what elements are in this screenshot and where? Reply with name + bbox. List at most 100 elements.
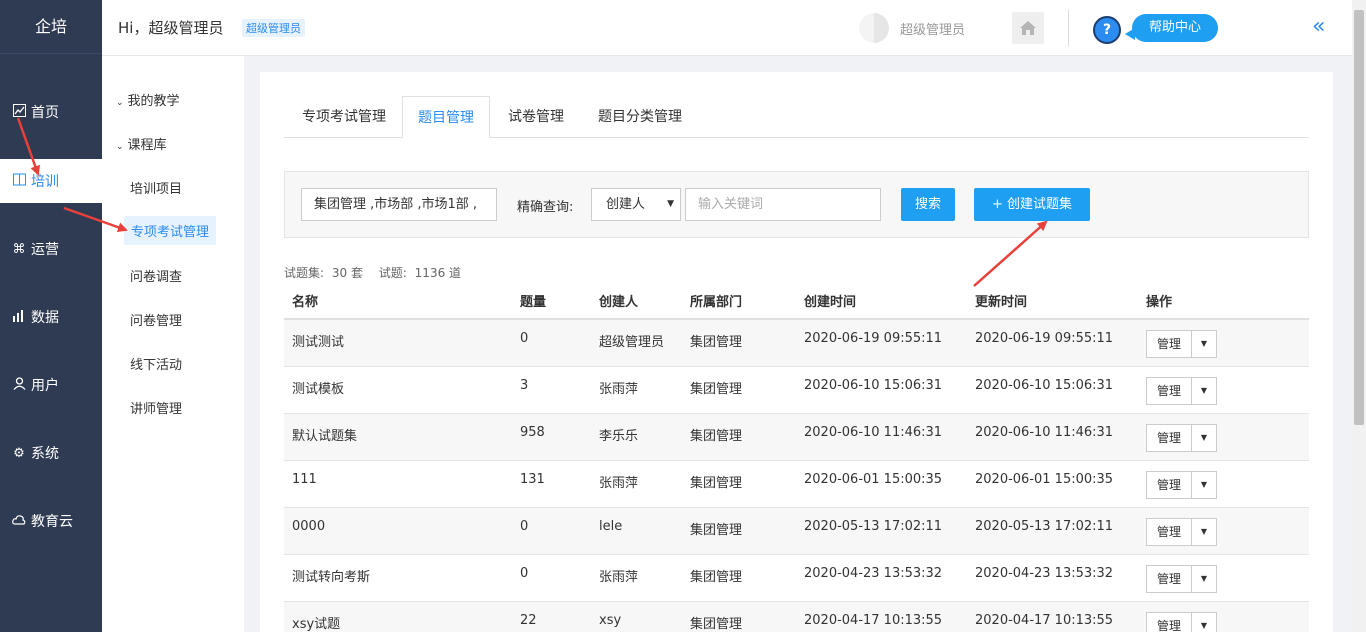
tab-question-manage[interactable]: 题目管理	[402, 96, 490, 138]
cell-count: 22	[520, 613, 537, 628]
nav-item-data[interactable]: 数据	[0, 295, 102, 339]
tab-paper-manage[interactable]: 试卷管理	[494, 96, 578, 138]
nav-item-operation[interactable]: ⌘ 运营	[0, 227, 102, 271]
brand-logo[interactable]: 企培	[0, 0, 102, 54]
submenu-item-survey[interactable]: 问卷调查	[130, 266, 182, 285]
user-name[interactable]: 超级管理员	[900, 19, 965, 38]
col-actions: 操作	[1146, 295, 1173, 310]
cell-dept: 集团管理	[690, 523, 743, 538]
cell-name: 测试测试	[292, 335, 345, 350]
submenu-item-offline-activity[interactable]: 线下活动	[130, 354, 182, 373]
cell-count: 0	[520, 331, 529, 346]
cell-name: 默认试题集	[292, 429, 358, 444]
caret-down-icon[interactable]: ▼	[1192, 612, 1217, 632]
col-updated: 更新时间	[975, 295, 1028, 310]
collapse-sidebar-icon[interactable]: «	[1312, 14, 1325, 39]
caret-down-icon[interactable]: ▼	[1192, 424, 1217, 452]
cell-count: 0	[520, 519, 529, 534]
submenu-label: 我的教学	[127, 94, 180, 109]
nav-item-label: 系统	[31, 446, 59, 462]
table-row: 默认试题集 958 李乐乐 集团管理 2020-06-10 11:46:31 2020-0…	[284, 414, 1309, 461]
col-dept: 所属部门	[690, 295, 743, 310]
submenu-group-course-library[interactable]: ⌄ 课程库	[116, 134, 167, 153]
nav-item-label: 用户	[31, 378, 59, 394]
cell-updated: 2020-06-19 09:55:11	[975, 331, 1114, 346]
caret-down-icon[interactable]: ▼	[1192, 565, 1217, 593]
search-button[interactable]: 搜索	[901, 188, 955, 221]
filter-bar: 集团管理 ,市场部 ,市场1部 , 精确查询: 创建人 ▼ 搜索 + 创建试题集	[284, 171, 1309, 238]
cell-count: 131	[520, 472, 545, 487]
scrollbar-thumb[interactable]	[1354, 10, 1364, 425]
role-badge: 超级管理员	[242, 19, 305, 37]
row-actions: 管理 ▼	[1146, 471, 1217, 499]
cell-count: 958	[520, 425, 545, 440]
table-row: 测试测试 0 超级管理员 集团管理 2020-06-19 09:55:11 2020-06…	[284, 320, 1309, 367]
cell-created: 2020-06-10 11:46:31	[804, 425, 943, 440]
submenu-group-my-teaching[interactable]: ⌄ 我的教学	[116, 90, 180, 109]
col-count: 题量	[520, 295, 547, 310]
cell-name: 测试模板	[292, 382, 345, 397]
cell-updated: 2020-04-23 13:53:32	[975, 566, 1114, 581]
submenu-item-survey-manage[interactable]: 问卷管理	[130, 310, 182, 329]
keyword-input[interactable]	[685, 188, 881, 221]
header-divider	[1068, 10, 1069, 46]
manage-button[interactable]: 管理	[1146, 377, 1192, 405]
cell-name: 测试转向考斯	[292, 570, 371, 585]
manage-button[interactable]: 管理	[1146, 330, 1192, 358]
nav-item-edu-cloud[interactable]: 教育云	[0, 499, 102, 543]
nav-item-label: 教育云	[31, 514, 73, 530]
manage-button[interactable]: 管理	[1146, 565, 1192, 593]
col-name: 名称	[292, 295, 319, 310]
col-creator: 创建人	[599, 295, 639, 310]
gear-icon: ⚙	[13, 445, 25, 461]
manage-button[interactable]: 管理	[1146, 471, 1192, 499]
department-select[interactable]: 集团管理 ,市场部 ,市场1部 ,	[301, 188, 497, 221]
question-count-value: 1136 道	[414, 266, 462, 280]
chevron-down-icon: ⌄	[116, 98, 124, 108]
avatar[interactable]	[859, 13, 889, 43]
tab-category-manage[interactable]: 题目分类管理	[584, 96, 696, 138]
cell-updated: 2020-06-01 15:00:35	[975, 472, 1114, 487]
manage-button[interactable]: 管理	[1146, 424, 1192, 452]
table-row: 测试转向考斯 0 张雨萍 集团管理 2020-04-23 13:53:32 2020-04…	[284, 555, 1309, 602]
row-actions: 管理 ▼	[1146, 518, 1217, 546]
page-scrollbar[interactable]	[1352, 0, 1366, 632]
table-header: 名称 题量 创建人 所属部门 创建时间 更新时间 操作	[284, 286, 1309, 320]
manage-button[interactable]: 管理	[1146, 612, 1192, 632]
cell-dept: 集团管理	[690, 335, 743, 350]
query-field-select[interactable]: 创建人 ▼	[591, 188, 681, 221]
nav-item-label: 运营	[31, 242, 59, 258]
question-count-label: 试题:	[378, 266, 407, 280]
exact-query-label: 精确查询:	[517, 200, 574, 215]
nav-item-training[interactable]: 培训	[0, 159, 102, 203]
cell-creator: 超级管理员	[599, 335, 665, 350]
cell-created: 2020-04-17 10:13:55	[804, 613, 943, 628]
nav-item-home[interactable]: 首页	[0, 90, 102, 134]
help-question-icon[interactable]: ?	[1093, 16, 1121, 44]
create-question-set-button[interactable]: + 创建试题集	[974, 188, 1090, 221]
nav-item-system[interactable]: ⚙ 系统	[0, 431, 102, 475]
submenu-item-training-project[interactable]: 培训项目	[130, 178, 182, 197]
manage-button[interactable]: 管理	[1146, 518, 1192, 546]
table-row: 0000 0 lele 集团管理 2020-05-13 17:02:11 2020-05-…	[284, 508, 1309, 555]
set-count-label: 试题集:	[284, 266, 325, 280]
chart-icon	[11, 103, 27, 121]
cell-dept: 集团管理	[690, 429, 743, 444]
table-row: 测试模板 3 张雨萍 集团管理 2020-06-10 15:06:31 2020-06-1…	[284, 367, 1309, 414]
summary-stats: 试题集: 30 套 试题: 1136 道	[284, 264, 465, 281]
tab-special-exam[interactable]: 专项考试管理	[288, 96, 400, 138]
help-center-button[interactable]: 帮助中心	[1125, 14, 1218, 42]
row-actions: 管理 ▼	[1146, 565, 1217, 593]
table-body: 测试测试 0 超级管理员 集团管理 2020-06-19 09:55:11 2020-06…	[284, 320, 1309, 632]
submenu-item-special-exam[interactable]: 专项考试管理	[124, 216, 217, 245]
submenu-item-lecturer[interactable]: 讲师管理	[130, 398, 182, 417]
nav-item-users[interactable]: 用户	[0, 363, 102, 407]
cell-updated: 2020-05-13 17:02:11	[975, 519, 1114, 534]
caret-down-icon[interactable]: ▼	[1192, 518, 1217, 546]
caret-down-icon[interactable]: ▼	[1192, 330, 1217, 358]
cell-dept: 集团管理	[690, 382, 743, 397]
caret-down-icon[interactable]: ▼	[1192, 377, 1217, 405]
caret-down-icon[interactable]: ▼	[1192, 471, 1217, 499]
row-actions: 管理 ▼	[1146, 330, 1217, 358]
home-button[interactable]	[1012, 12, 1044, 44]
